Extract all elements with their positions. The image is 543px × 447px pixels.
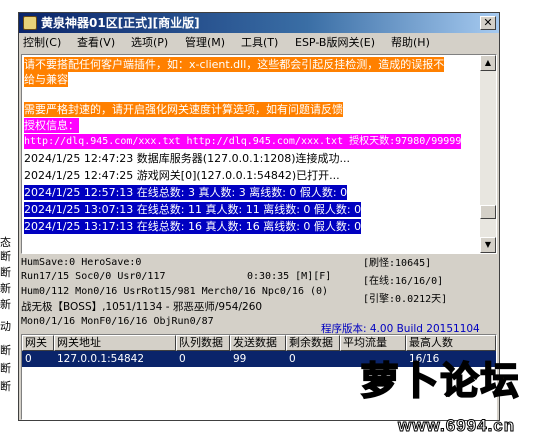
menu-control[interactable]: 控制(C) (23, 35, 61, 51)
log-line: 2024/1/25 13:07:13 在线总数: 11 真人数: 11 离线数:… (24, 202, 362, 217)
menu-esp-gateway[interactable]: ESP-B版网关(E) (295, 35, 375, 51)
col-remaining[interactable]: 剩余数据 (286, 335, 340, 351)
behind-window-text: 态 (0, 236, 11, 249)
stat-run: Run17/15 Soc0/0 Usr0/117 (21, 271, 166, 282)
window-title: 黄泉神器01区[正式][商业版] (41, 16, 200, 30)
behind-window-text: 断 (0, 362, 11, 375)
behind-window-text: 断 (0, 266, 11, 279)
log-panel[interactable]: 请不要搭配任何客户端插件，如：x-client.dll，这些都会引起反挂检测，造… (21, 54, 497, 254)
watermark-url: www.6994.cn (397, 416, 516, 436)
stat-hum: Hum0/112 Mon0/16 UsrRot15/981 Merch0/16 … (21, 286, 329, 297)
watermark-logo: 萝卜论坛 www.6994.cn (338, 346, 543, 446)
menu-tools[interactable]: 工具(T) (241, 35, 278, 51)
log-line: 授权信息： (24, 118, 79, 133)
cell-sent: 99 (230, 351, 286, 367)
app-icon (23, 16, 37, 30)
stat-uptime: 0:30:35 [M][F] (247, 271, 332, 282)
log-line: 给与兼容 (24, 72, 68, 87)
behind-window-text: 新 (0, 298, 11, 311)
log-line: 2024/1/25 12:47:23 数据库服务器(127.0.0.1:1208… (24, 152, 351, 165)
stat-mon: Mon0/1/16 MonF0/16/16 ObjRun0/87 (21, 316, 214, 327)
close-button[interactable]: ✕ (480, 16, 496, 30)
watermark-logo-text: 萝卜论坛 (359, 358, 521, 404)
stat-boss: 战无极【BOSS】,1051/1134 - 邪恶巫师/954/260 (21, 301, 263, 313)
title-bar[interactable]: 黄泉神器01区[正式][商业版] ✕ (19, 13, 499, 33)
behind-window-text: 断 (0, 344, 11, 357)
cell-queue: 0 (176, 351, 230, 367)
menu-help[interactable]: 帮助(H) (391, 35, 430, 51)
cell-remaining: 0 (286, 351, 340, 367)
log-line: 2024/1/25 12:57:13 在线总数: 3 真人数: 3 离线数: 0… (24, 185, 348, 200)
scroll-up-button[interactable]: ▲ (480, 55, 496, 71)
menu-bar: 控制(C) 查看(V) 选项(P) 管理(M) 工具(T) ESP-B版网关(E… (19, 33, 499, 53)
log-line: 请不要搭配任何客户端插件，如：x-client.dll，这些都会引起反挂检测，造… (24, 57, 445, 72)
stats-panel: HumSave:0 HeroSave:0 Run17/15 Soc0/0 Usr… (21, 254, 497, 335)
scroll-down-button[interactable]: ▼ (480, 237, 496, 253)
behind-window-text: 断 (0, 250, 11, 263)
col-queue[interactable]: 队列数据 (176, 335, 230, 351)
log-line: 需要严格封速的，请开启强化网关速度计算选项，如有问题请反馈 (24, 102, 343, 117)
refresh-count: [刷怪:10645] (363, 258, 432, 269)
col-address[interactable]: 网关地址 (54, 335, 176, 351)
log-line: http://dlq.945.com/xxx.txt http://dlq.94… (24, 134, 462, 149)
menu-view[interactable]: 查看(V) (77, 35, 115, 51)
cell-address: 127.0.0.1:54842 (54, 351, 176, 367)
online-count: [在线:16/16/0] (363, 276, 444, 287)
behind-window-text: 断 (0, 380, 11, 393)
behind-window-text: 动 (0, 320, 11, 333)
stat-save: HumSave:0 HeroSave:0 (21, 257, 142, 268)
engine-days: [引擎:0.0212天] (363, 294, 448, 305)
cell-gateway: 0 (22, 351, 54, 367)
col-sent[interactable]: 发送数据 (230, 335, 286, 351)
scroll-thumb[interactable] (480, 205, 496, 219)
behind-window-text: 新 (0, 282, 11, 295)
menu-options[interactable]: 选项(P) (131, 35, 168, 51)
log-scrollbar[interactable]: ▲ ▼ (480, 55, 496, 253)
menu-manage[interactable]: 管理(M) (185, 35, 225, 51)
log-line: 2024/1/25 12:47:25 游戏网关[0](127.0.0.1:548… (24, 169, 340, 182)
col-gateway[interactable]: 网关 (22, 335, 54, 351)
log-line: 2024/1/25 13:17:13 在线总数: 16 真人数: 16 离线数:… (24, 219, 362, 234)
